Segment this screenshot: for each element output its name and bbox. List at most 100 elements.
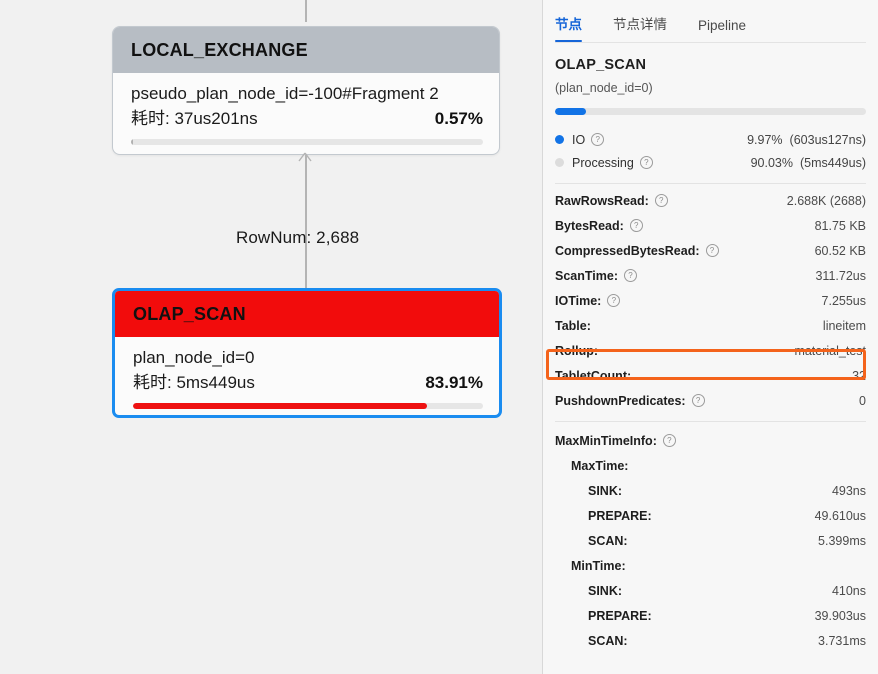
metric-row: RawRowsRead:? 2.688K (2688) (555, 188, 866, 213)
legend-values: 9.97% (603us127ns) (747, 133, 866, 147)
plan-graph-canvas[interactable]: LOCAL_EXCHANGE pseudo_plan_node_id=-100#… (0, 0, 543, 674)
metric-value: 5.399ms (818, 533, 866, 548)
legend-label: IO (572, 132, 586, 147)
metric-row: SINK: 410ns (555, 578, 866, 603)
metric-key: MinTime: (571, 558, 626, 573)
metric-row: TabletCount: 32 (555, 363, 866, 388)
tabs-underline-rule (555, 42, 866, 43)
legend-percent: 90.03% (750, 155, 793, 170)
metric-key: TabletCount: (555, 368, 632, 383)
plan-node-progress-track (133, 403, 483, 409)
plan-node-progress-fill (131, 139, 133, 145)
help-icon[interactable]: ? (624, 269, 637, 282)
metric-value: 0 (859, 393, 866, 408)
plan-node-percent: 83.91% (425, 373, 483, 392)
plan-node-title: OLAP_SCAN (133, 303, 246, 324)
io-processing-ratio-fill (555, 108, 586, 115)
metric-row: SINK: 493ns (555, 478, 866, 503)
metric-row: CompressedBytesRead:? 60.52 KB (555, 238, 866, 263)
plan-node-detail: plan_node_id=0 (133, 348, 255, 367)
section-divider (555, 421, 866, 422)
tab-2[interactable]: Pipeline (698, 18, 746, 42)
legend-dot-icon (555, 158, 564, 167)
metric-value: 49.610us (814, 508, 866, 523)
metric-row: SCAN: 3.731ms (555, 628, 866, 653)
plan-node-body: pseudo_plan_node_id=-100#Fragment 2 耗时: … (113, 73, 499, 145)
plan-node-percent: 0.57% (434, 109, 483, 128)
tab-0[interactable]: 节点 (555, 13, 582, 42)
plan-node-local-exchange[interactable]: LOCAL_EXCHANGE pseudo_plan_node_id=-100#… (112, 26, 500, 155)
plan-node-detail: pseudo_plan_node_id=-100#Fragment 2 (131, 84, 439, 103)
metric-key: PREPARE: (588, 608, 652, 623)
metric-value: 81.75 KB (814, 218, 866, 233)
plan-node-cost: 耗时: 5ms449us (133, 373, 255, 392)
metric-key: SCAN: (588, 533, 628, 548)
detail-panel-tabs[interactable]: 节点 节点详情 Pipeline (543, 0, 878, 42)
metric-key: SINK: (588, 483, 623, 498)
metric-key: IOTime: (555, 293, 602, 308)
metric-row: PREPARE: 49.610us (555, 503, 866, 528)
metric-value: 7.255us (821, 293, 866, 308)
plan-node-olap-scan[interactable]: OLAP_SCAN plan_node_id=0 耗时: 5ms449us 83… (112, 288, 502, 418)
metric-key: MaxTime: (571, 458, 629, 473)
metric-row: PushdownPredicates:? 0 (555, 388, 866, 413)
metric-value: material_test (794, 343, 866, 358)
legend-duration: (603us127ns) (789, 132, 866, 147)
plan-node-header: OLAP_SCAN (115, 291, 499, 337)
panel-node-title: OLAP_SCAN (555, 57, 647, 73)
help-icon[interactable]: ? (591, 133, 605, 146)
help-icon[interactable]: ? (691, 394, 705, 407)
help-icon[interactable]: ? (662, 434, 676, 447)
metric-value: lineitem (822, 318, 866, 333)
metric-key: PREPARE: (588, 508, 652, 523)
plan-node-cost-row: 耗时: 5ms449us 83.91% (133, 370, 483, 395)
legend-label: Processing (572, 155, 634, 170)
metric-value: 32 (852, 368, 866, 383)
tab-1[interactable]: 节点详情 (613, 13, 667, 42)
metric-value: 410ns (831, 583, 866, 598)
metrics-list-timeinfo: MaxMinTimeInfo:? MaxTime: SINK: 493ns PREPAR… (555, 428, 866, 653)
edge-rownum-label: RowNum: 2,688 (236, 228, 360, 247)
io-processing-ratio-track (555, 108, 866, 115)
detail-panel: 节点 节点详情 Pipeline OLAP_SCAN (plan_node_id=0… (543, 0, 878, 674)
metric-row: Rollup: material_test (555, 338, 866, 363)
metric-key: MaxMinTimeInfo: (555, 433, 657, 448)
edge-above-local-exchange (305, 0, 307, 22)
plan-node-progress-track (131, 139, 483, 145)
plan-node-body: plan_node_id=0 耗时: 5ms449us 83.91% (115, 337, 499, 409)
metric-key: PushdownPredicates: (555, 393, 686, 408)
metric-key: Rollup: (555, 343, 599, 358)
help-icon[interactable]: ? (705, 244, 719, 257)
metric-row: MaxTime: (555, 453, 866, 478)
metric-row: MaxMinTimeInfo:? (555, 428, 866, 453)
metrics-list-primary: RawRowsRead:? 2.688K (2688) BytesRead:? 81.… (555, 188, 866, 413)
metric-value: 2.688K (2688) (786, 193, 866, 208)
plan-node-progress-fill (133, 403, 427, 409)
legend-duration: (5ms449us) (800, 155, 866, 170)
metric-value: 493ns (831, 483, 866, 498)
edge-olap-to-local-exchange (305, 155, 307, 292)
help-icon[interactable]: ? (629, 219, 643, 232)
metric-key: ScanTime: (555, 268, 618, 283)
help-icon[interactable]: ? (607, 294, 621, 307)
metric-row: PREPARE: 39.903us (555, 603, 866, 628)
metric-row: SCAN: 5.399ms (555, 528, 866, 553)
metric-row: ScanTime:? 311.72us (555, 263, 866, 288)
metric-key: SINK: (588, 583, 623, 598)
plan-node-cost-row: 耗时: 37us201ns 0.57% (131, 106, 483, 131)
metric-value: 39.903us (814, 608, 866, 623)
metric-value: 3.731ms (818, 633, 866, 648)
legend-dot-icon (555, 135, 564, 144)
metric-key: SCAN: (588, 633, 628, 648)
metric-row: IOTime:? 7.255us (555, 288, 866, 313)
plan-node-title: LOCAL_EXCHANGE (131, 39, 308, 60)
metric-key: BytesRead: (555, 218, 624, 233)
metric-row: MinTime: (555, 553, 866, 578)
help-icon[interactable]: ? (654, 194, 668, 207)
metric-row: BytesRead:? 81.75 KB (555, 213, 866, 238)
section-divider (555, 183, 866, 184)
help-icon[interactable]: ? (639, 156, 653, 169)
legend-percent: 9.97% (747, 132, 783, 147)
metric-value: 311.72us (815, 268, 866, 283)
metric-key: RawRowsRead: (555, 193, 649, 208)
